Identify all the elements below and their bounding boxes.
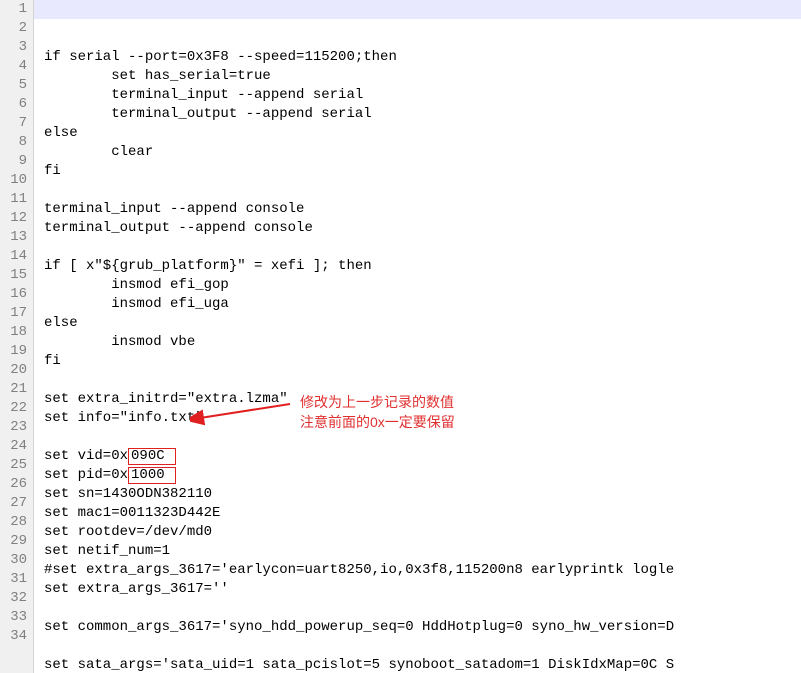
line-number: 7 bbox=[4, 114, 27, 133]
line-number: 26 bbox=[4, 475, 27, 494]
code-line[interactable]: insmod efi_gop bbox=[44, 276, 801, 295]
code-line[interactable]: set rootdev=/dev/md0 bbox=[44, 523, 801, 542]
line-number-gutter: 1234567891011121314151617181920212223242… bbox=[0, 0, 34, 673]
line-number: 18 bbox=[4, 323, 27, 342]
line-number: 2 bbox=[4, 19, 27, 38]
code-line[interactable]: insmod vbe bbox=[44, 333, 801, 352]
code-line[interactable]: set extra_initrd="extra.lzma" bbox=[44, 390, 801, 409]
code-line[interactable]: terminal_output --append console bbox=[44, 219, 801, 238]
code-line[interactable]: insmod efi_uga bbox=[44, 295, 801, 314]
line-number: 25 bbox=[4, 456, 27, 475]
line-number: 19 bbox=[4, 342, 27, 361]
highlighted-value: 1000 bbox=[128, 467, 176, 484]
code-line[interactable]: set common_args_3617='syno_hdd_powerup_s… bbox=[44, 618, 801, 637]
line-number: 6 bbox=[4, 95, 27, 114]
line-number: 4 bbox=[4, 57, 27, 76]
code-line[interactable] bbox=[44, 428, 801, 447]
code-line[interactable] bbox=[44, 599, 801, 618]
code-line[interactable] bbox=[44, 181, 801, 200]
line-number: 12 bbox=[4, 209, 27, 228]
code-line[interactable]: clear bbox=[44, 143, 801, 162]
code-line[interactable]: terminal_output --append serial bbox=[44, 105, 801, 124]
code-line[interactable]: set pid=0x1000 bbox=[44, 466, 801, 485]
code-line[interactable] bbox=[44, 238, 801, 257]
highlighted-value: 090C bbox=[128, 448, 176, 465]
current-line-highlight bbox=[34, 0, 801, 19]
line-number: 23 bbox=[4, 418, 27, 437]
line-number: 21 bbox=[4, 380, 27, 399]
code-line[interactable]: set mac1=0011323D442E bbox=[44, 504, 801, 523]
line-number: 20 bbox=[4, 361, 27, 380]
line-number: 22 bbox=[4, 399, 27, 418]
line-number: 31 bbox=[4, 570, 27, 589]
line-number: 34 bbox=[4, 627, 27, 646]
code-line[interactable]: terminal_input --append console bbox=[44, 200, 801, 219]
code-line[interactable]: set vid=0x090C bbox=[44, 447, 801, 466]
code-line[interactable]: set has_serial=true bbox=[44, 67, 801, 86]
line-number: 30 bbox=[4, 551, 27, 570]
line-number: 1 bbox=[4, 0, 27, 19]
code-line[interactable]: set sata_args='sata_uid=1 sata_pcislot=5… bbox=[44, 656, 801, 673]
code-line[interactable]: terminal_input --append serial bbox=[44, 86, 801, 105]
line-number: 9 bbox=[4, 152, 27, 171]
line-number: 28 bbox=[4, 513, 27, 532]
line-number: 11 bbox=[4, 190, 27, 209]
line-number: 3 bbox=[4, 38, 27, 57]
code-line[interactable]: if serial --port=0x3F8 --speed=115200;th… bbox=[44, 48, 801, 67]
code-line[interactable] bbox=[44, 371, 801, 390]
code-line[interactable]: fi bbox=[44, 162, 801, 181]
line-number: 5 bbox=[4, 76, 27, 95]
line-number: 33 bbox=[4, 608, 27, 627]
code-line[interactable]: set info="info.txt" bbox=[44, 409, 801, 428]
line-number: 15 bbox=[4, 266, 27, 285]
code-line[interactable]: set netif_num=1 bbox=[44, 542, 801, 561]
line-number: 10 bbox=[4, 171, 27, 190]
code-line[interactable]: else bbox=[44, 124, 801, 143]
line-number: 13 bbox=[4, 228, 27, 247]
line-number: 27 bbox=[4, 494, 27, 513]
line-number: 14 bbox=[4, 247, 27, 266]
line-number: 16 bbox=[4, 285, 27, 304]
line-number: 17 bbox=[4, 304, 27, 323]
code-editor[interactable]: 1234567891011121314151617181920212223242… bbox=[0, 0, 801, 673]
code-line[interactable]: set extra_args_3617='' bbox=[44, 580, 801, 599]
code-line[interactable]: #set extra_args_3617='earlycon=uart8250,… bbox=[44, 561, 801, 580]
code-area[interactable]: if serial --port=0x3F8 --speed=115200;th… bbox=[34, 0, 801, 673]
line-number: 32 bbox=[4, 589, 27, 608]
line-number: 8 bbox=[4, 133, 27, 152]
code-line[interactable] bbox=[44, 637, 801, 656]
code-line[interactable]: if [ x"${grub_platform}" = xefi ]; then bbox=[44, 257, 801, 276]
code-line[interactable]: fi bbox=[44, 352, 801, 371]
line-number: 29 bbox=[4, 532, 27, 551]
line-number: 24 bbox=[4, 437, 27, 456]
code-line[interactable]: set sn=1430ODN382110 bbox=[44, 485, 801, 504]
code-line[interactable]: else bbox=[44, 314, 801, 333]
